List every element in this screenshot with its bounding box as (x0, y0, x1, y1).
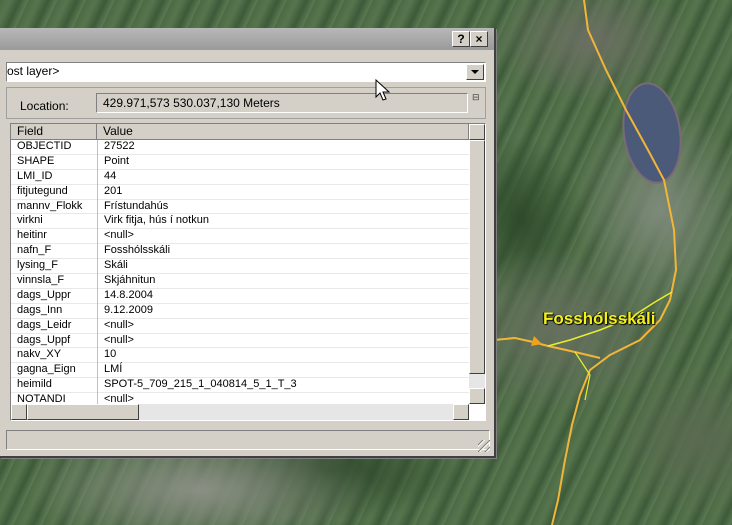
value-cell: LMÍ (104, 363, 123, 376)
field-cell: heitinr (17, 229, 47, 242)
field-cell: gagna_Eign (17, 363, 76, 376)
scroll-up-button[interactable] (469, 124, 485, 140)
grid-rows: OBJECTID 27522 SHAPE Point LMI_ID 44 fitjutegu… (11, 140, 469, 409)
field-cell: dags_Inn (17, 303, 63, 316)
field-cell: nafn_F (17, 244, 52, 257)
value-cell: Frístundahús (104, 199, 169, 212)
location-field: 429.971,573 530.037,130 Meters (96, 93, 468, 113)
table-row[interactable]: LMI_ID 44 (11, 170, 469, 185)
value-cell: Skáli (104, 259, 128, 272)
horizontal-scrollbar[interactable] (11, 404, 469, 420)
scroll-right-button[interactable] (453, 404, 469, 420)
title-bar[interactable]: ? × (0, 28, 494, 50)
field-cell: vinnsla_F (17, 274, 65, 287)
table-row[interactable]: OBJECTID 27522 (11, 140, 469, 155)
mouse-cursor-icon (375, 79, 391, 101)
column-header-field[interactable]: Field (11, 124, 97, 139)
horizontal-scroll-thumb[interactable] (27, 404, 139, 420)
grid-header: Field Value (11, 124, 469, 140)
field-cell: dags_Uppf (17, 333, 71, 346)
table-row[interactable]: dags_Uppf <null> (11, 334, 469, 349)
close-button[interactable]: × (470, 31, 488, 47)
field-cell: dags_Uppr (17, 288, 71, 301)
map-place-label: Fosshólsskáli (543, 309, 656, 328)
vertical-scrollbar[interactable] (469, 124, 485, 404)
table-row[interactable]: mannv_Flokk Frístundahús (11, 200, 469, 215)
value-cell: 27522 (104, 140, 135, 152)
location-label: Location: (20, 99, 69, 113)
table-row[interactable]: lysing_F Skáli (11, 259, 469, 275)
scroll-thumb[interactable] (469, 140, 485, 374)
status-bar (6, 430, 490, 450)
value-cell: 10 (104, 348, 117, 361)
table-row[interactable]: nafn_F Fosshólsskáli (11, 244, 469, 260)
field-cell: LMI_ID (17, 169, 53, 182)
value-cell: Point (104, 154, 130, 167)
table-row[interactable]: nakv_XY 10 (11, 348, 469, 364)
value-cell: 9.12.2009 (104, 303, 153, 316)
field-cell: fitjutegund (17, 184, 68, 197)
location-value: 429.971,573 530.037,130 Meters (103, 96, 280, 110)
layer-select-value: ost layer> (7, 64, 60, 78)
value-cell: Fosshólsskáli (104, 244, 171, 257)
value-cell: <null> (104, 333, 134, 346)
table-row[interactable]: dags_Uppr 14.8.2004 (11, 289, 469, 304)
table-row[interactable]: dags_Leidr <null> (11, 319, 469, 334)
value-cell: <null> (104, 229, 134, 242)
field-cell: virkni (17, 214, 43, 227)
resize-grip[interactable] (478, 440, 490, 452)
chevron-down-icon[interactable] (466, 64, 484, 80)
scroll-down-button[interactable] (469, 388, 485, 404)
field-cell: lysing_F (17, 259, 58, 272)
value-cell: 14.8.2004 (104, 288, 153, 301)
field-cell: nakv_XY (17, 348, 62, 361)
field-cell: OBJECTID (17, 140, 72, 152)
table-row[interactable]: virkni Virk fitja, hús í notkun (11, 214, 469, 230)
field-cell: heimild (17, 378, 52, 391)
value-cell: 201 (104, 184, 123, 197)
value-cell: SPOT-5_709_215_1_040814_5_1_T_3 (104, 378, 297, 391)
scroll-left-button[interactable] (11, 404, 27, 420)
value-cell: Skjáhnitun (104, 274, 156, 287)
help-button[interactable]: ? (452, 31, 470, 47)
value-cell: 44 (104, 169, 117, 182)
table-row[interactable]: heimild SPOT-5_709_215_1_040814_5_1_T_3 (11, 378, 469, 394)
value-cell: Virk fitja, hús í notkun (104, 214, 209, 227)
field-cell: SHAPE (17, 154, 55, 167)
column-divider (97, 140, 98, 420)
table-row[interactable]: SHAPE Point (11, 155, 469, 170)
identify-window: ? × ost layer> Location: 429.971,573 530… (0, 28, 496, 458)
table-row[interactable]: heitinr <null> (11, 229, 469, 245)
layer-select[interactable]: ost layer> (6, 62, 486, 82)
field-cell: dags_Leidr (17, 318, 72, 331)
table-row[interactable]: vinnsla_F Skjáhnitun (11, 274, 469, 289)
value-cell: <null> (104, 318, 134, 331)
pin-icon[interactable]: ⊟ (472, 92, 484, 104)
field-cell: mannv_Flokk (17, 199, 83, 212)
column-header-value[interactable]: Value (97, 124, 469, 139)
table-row[interactable]: fitjutegund 201 (11, 185, 469, 200)
table-row[interactable]: dags_Inn 9.12.2009 (11, 304, 469, 319)
table-row[interactable]: gagna_Eign LMÍ (11, 363, 469, 379)
attribute-grid[interactable]: Field Value OBJECTID 27522 SHAPE Point LMI_I… (10, 123, 486, 421)
